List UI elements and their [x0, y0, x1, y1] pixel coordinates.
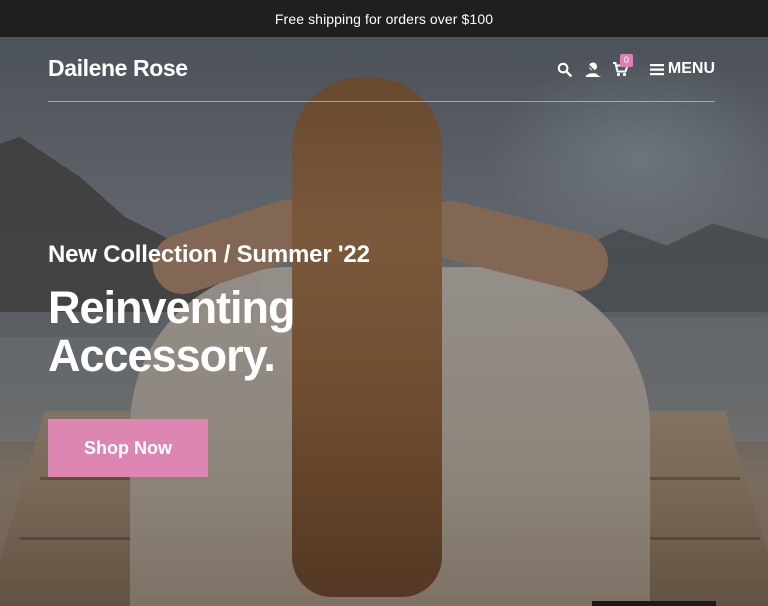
hero-subtitle: New Collection / Summer '22 [48, 241, 370, 268]
announcement-text: Free shipping for orders over $100 [274, 10, 494, 27]
site-logo[interactable]: Dailene Rose [48, 55, 188, 82]
account-icon[interactable] [582, 58, 604, 80]
shop-now-button[interactable]: Shop Now [48, 419, 208, 477]
menu-button[interactable]: MENU [649, 60, 715, 78]
cart-count-badge: 0 [619, 54, 633, 67]
cart-icon[interactable]: 0 [610, 54, 633, 80]
hero-headline: Reinventing Accessory. [48, 282, 296, 381]
site-header: Dailene Rose 0 MENU [48, 37, 715, 102]
hamburger-icon [649, 63, 664, 75]
menu-label: MENU [667, 60, 715, 77]
announcement-bar: Free shipping for orders over $100 [0, 0, 768, 37]
bottom-edge-tab [592, 601, 716, 606]
search-icon[interactable] [554, 58, 576, 80]
header-actions: 0 MENU [548, 54, 715, 80]
